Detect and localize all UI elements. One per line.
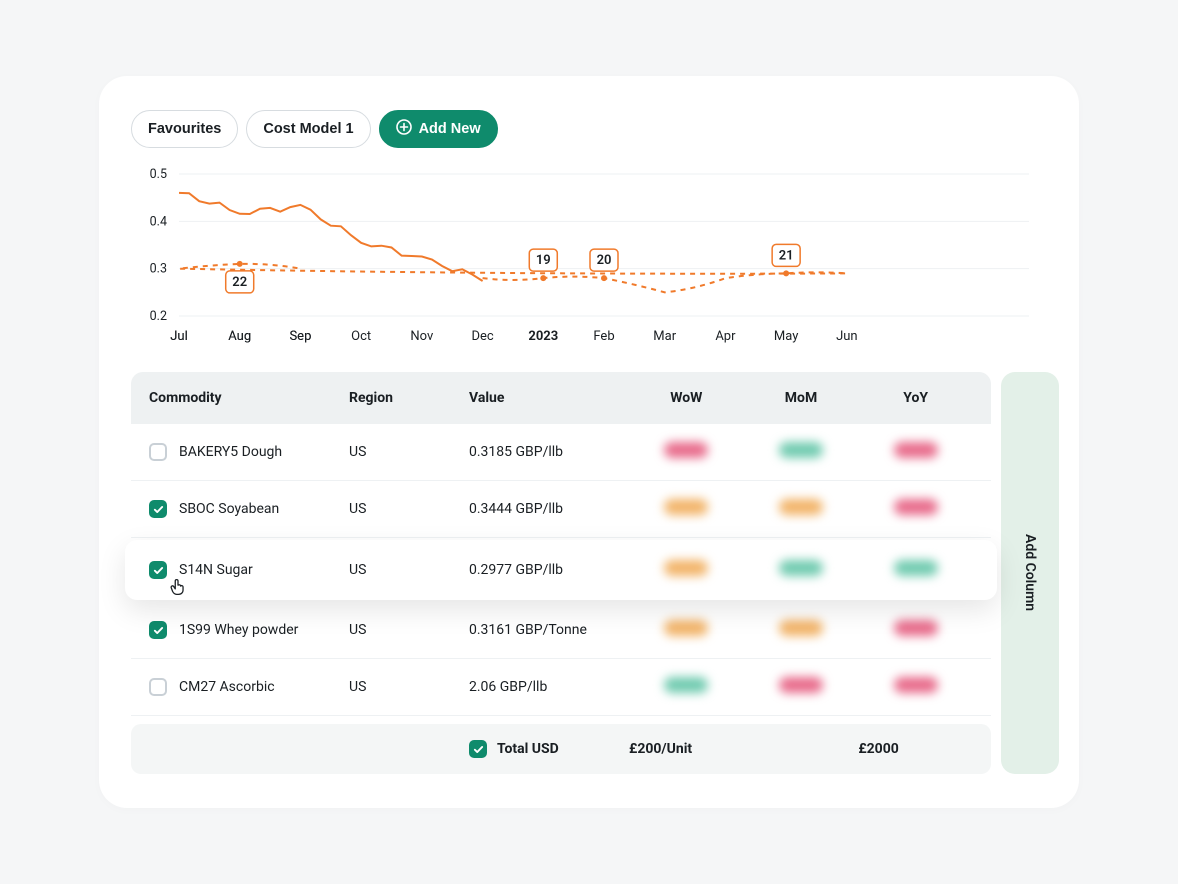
svg-text:Jul: Jul: [170, 329, 188, 344]
svg-text:Sep: Sep: [289, 329, 311, 344]
svg-text:Mar: Mar: [653, 329, 676, 344]
svg-text:22: 22: [232, 275, 247, 290]
row-checkbox[interactable]: [149, 443, 167, 461]
mom-cell: [744, 620, 859, 640]
col-mom: MoM: [744, 390, 859, 406]
svg-text:Nov: Nov: [410, 329, 434, 344]
svg-text:0.2: 0.2: [150, 309, 167, 324]
value-cell: 0.3444 GBP/llb: [469, 501, 629, 517]
total-row: Total USD £200/Unit £2000: [131, 724, 991, 774]
svg-text:19: 19: [536, 253, 551, 268]
svg-text:21: 21: [779, 248, 794, 263]
svg-text:0.4: 0.4: [150, 214, 167, 229]
commodity-name: SBOC Soyabean: [179, 501, 279, 517]
col-wow: WoW: [629, 390, 744, 406]
yoy-cell: [858, 677, 973, 697]
table-row[interactable]: S14N Sugar US 0.2977 GBP/llb: [125, 540, 997, 600]
mom-cell: [744, 560, 859, 580]
add-new-button[interactable]: Add New: [379, 110, 498, 148]
region-cell: US: [349, 622, 469, 638]
svg-text:Jun: Jun: [836, 329, 858, 344]
table-area: Commodity Region Value WoW MoM YoY BAKER…: [99, 350, 1079, 774]
wow-cell: [629, 442, 744, 462]
value-cell: 0.3161 GBP/Tonne: [469, 622, 629, 638]
svg-text:Oct: Oct: [351, 329, 371, 344]
row-checkbox[interactable]: [149, 621, 167, 639]
total-checkbox[interactable]: [469, 740, 487, 758]
price-chart[interactable]: 0.2 0.3 0.4 0.5 Jul Aug Sep Oct Nov Dec 2023 Feb Mar…: [131, 166, 1047, 346]
region-cell: US: [349, 562, 469, 578]
main-card: Favourites Cost Model 1 Add New 0.20.30.…: [99, 76, 1079, 808]
col-region: Region: [349, 390, 469, 406]
yoy-cell: [858, 560, 973, 580]
commodity-name: 1S99 Whey powder: [179, 622, 298, 638]
mom-cell: [744, 677, 859, 697]
table-row[interactable]: CM27 Ascorbic US 2.06 GBP/llb: [131, 659, 991, 716]
chart-container: 0.2 0.3 0.4 0.5 Jul Aug Sep Oct Nov Dec 2023 Feb Mar…: [99, 166, 1079, 350]
col-commodity: Commodity: [149, 390, 349, 406]
svg-text:Feb: Feb: [593, 329, 614, 344]
yoy-cell: [858, 442, 973, 462]
tab-cost-model[interactable]: Cost Model 1: [246, 110, 370, 148]
value-cell: 2.06 GBP/llb: [469, 679, 629, 695]
region-cell: US: [349, 679, 469, 695]
region-cell: US: [349, 501, 469, 517]
svg-text:Apr: Apr: [715, 329, 736, 344]
svg-text:May: May: [774, 329, 798, 344]
svg-text:Dec: Dec: [471, 329, 493, 344]
mom-cell: [744, 442, 859, 462]
tab-favourites[interactable]: Favourites: [131, 110, 238, 148]
tabs-bar: Favourites Cost Model 1 Add New: [99, 110, 1079, 166]
table-header: Commodity Region Value WoW MoM YoY: [131, 372, 991, 424]
mom-cell: [744, 499, 859, 519]
yoy-cell: [858, 620, 973, 640]
value-cell: 0.3185 GBP/llb: [469, 444, 629, 460]
svg-text:Aug: Aug: [228, 329, 251, 344]
svg-text:2023: 2023: [528, 329, 558, 344]
plus-circle-icon: [396, 119, 412, 139]
table-row[interactable]: SBOC Soyabean US 0.3444 GBP/llb: [131, 481, 991, 538]
table-row[interactable]: 1S99 Whey powder US 0.3161 GBP/Tonne: [131, 602, 991, 659]
value-cell: 0.2977 GBP/llb: [469, 562, 629, 578]
svg-text:20: 20: [597, 253, 612, 268]
svg-text:0.5: 0.5: [150, 167, 167, 182]
commodity-name: CM27 Ascorbic: [179, 679, 275, 695]
commodity-name: BAKERY5 Dough: [179, 444, 282, 460]
col-value: Value: [469, 390, 629, 406]
col-yoy: YoY: [858, 390, 973, 406]
row-checkbox[interactable]: [149, 500, 167, 518]
commodity-table: Commodity Region Value WoW MoM YoY BAKER…: [131, 372, 991, 774]
total-per-unit: £200/Unit: [629, 741, 744, 757]
yoy-cell: [858, 499, 973, 519]
row-checkbox[interactable]: [149, 561, 167, 579]
table-body: BAKERY5 Dough US 0.3185 GBP/llb SBOC Soy…: [131, 424, 991, 716]
wow-cell: [629, 499, 744, 519]
total-grand: £2000: [858, 741, 973, 757]
row-checkbox[interactable]: [149, 678, 167, 696]
total-label: Total USD: [497, 741, 559, 757]
add-new-label: Add New: [419, 121, 481, 137]
region-cell: US: [349, 444, 469, 460]
table-row[interactable]: BAKERY5 Dough US 0.3185 GBP/llb: [131, 424, 991, 481]
commodity-name: S14N Sugar: [179, 562, 253, 578]
wow-cell: [629, 620, 744, 640]
add-column-button[interactable]: Add Column: [1001, 372, 1059, 774]
cursor-hand-icon: [167, 576, 189, 598]
wow-cell: [629, 677, 744, 697]
wow-cell: [629, 560, 744, 580]
svg-text:0.3: 0.3: [150, 262, 167, 277]
